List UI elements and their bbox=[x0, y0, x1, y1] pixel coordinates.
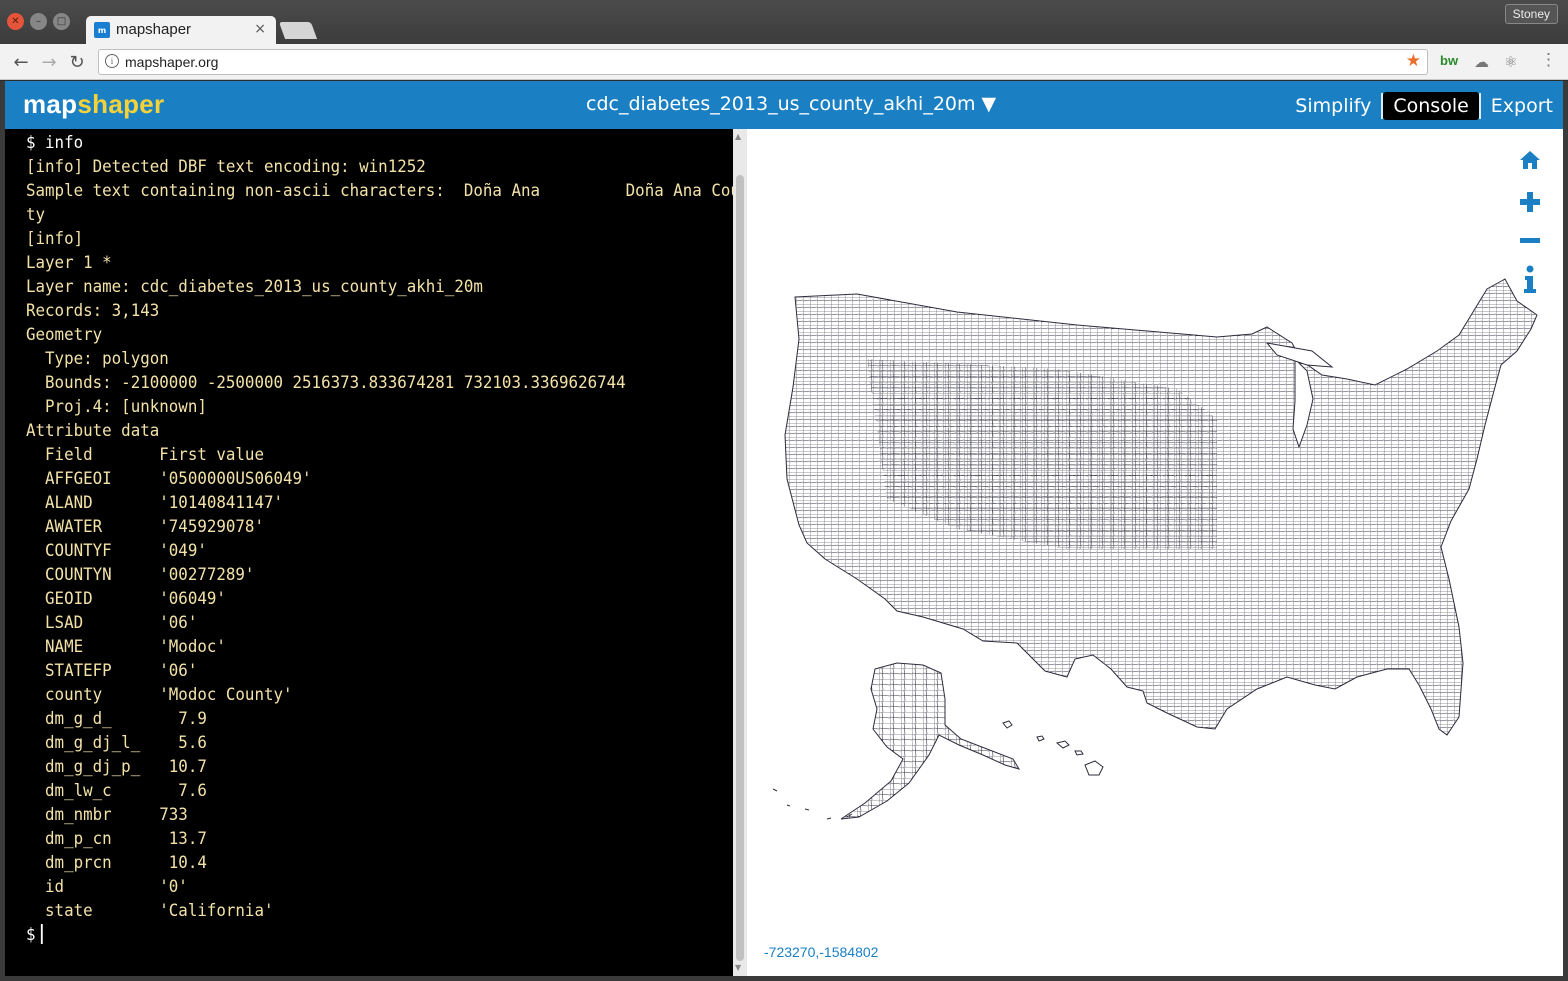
console-line: dm_prcn 10.4 bbox=[26, 853, 207, 873]
console-line: $ info bbox=[26, 133, 84, 153]
menu-divider bbox=[1478, 93, 1481, 119]
tab-close-icon[interactable]: × bbox=[254, 21, 266, 37]
aleutian-islands bbox=[772, 788, 853, 820]
console-line: dm_nmbr 733 bbox=[26, 805, 188, 825]
console-scrollbar[interactable]: ▲ ▼ bbox=[733, 129, 747, 976]
console-line: Type: polygon bbox=[26, 349, 169, 369]
extension-atom-icon[interactable]: ⚛ bbox=[1504, 53, 1517, 71]
console-line: [info] Detected DBF text encoding: win12… bbox=[26, 157, 426, 177]
home-icon[interactable] bbox=[1517, 147, 1543, 173]
window-minimize-button[interactable]: – bbox=[30, 13, 47, 30]
console-prompt: $ bbox=[26, 925, 36, 945]
console-line: id '0' bbox=[26, 877, 188, 897]
console-line: dm_g_d_ 7.9 bbox=[26, 709, 207, 729]
console-line: AFFGEOI '0500000US06049' bbox=[26, 469, 312, 489]
console-line: Attribute data bbox=[26, 421, 160, 441]
console-panel[interactable]: $ info [info] Detected DBF text encoding:… bbox=[5, 129, 733, 976]
console-output: $ info [info] Detected DBF text encoding:… bbox=[26, 131, 733, 923]
site-info-icon[interactable]: i bbox=[105, 54, 119, 68]
extension-bw-icon[interactable]: bw bbox=[1440, 53, 1458, 68]
console-line: Field First value bbox=[26, 445, 264, 465]
browser-menu-icon[interactable]: ⋮ bbox=[1540, 50, 1557, 70]
console-line: LSAD '06' bbox=[26, 613, 198, 633]
scroll-down-icon[interactable]: ▼ bbox=[735, 963, 741, 972]
map-panel[interactable]: -723270,-1584802 bbox=[747, 129, 1563, 976]
alaska-shape bbox=[840, 662, 1021, 820]
console-line: Records: 3,143 bbox=[26, 301, 160, 321]
console-line: Layer 1 * bbox=[26, 253, 112, 273]
new-tab-button[interactable] bbox=[278, 22, 318, 39]
mapshaper-favicon-icon: m bbox=[94, 22, 110, 38]
window-titlebar: ✕ – □ m mapshaper × Stoney bbox=[0, 0, 1568, 45]
text-cursor bbox=[41, 924, 43, 944]
browser-toolbar: ← → ↻ i mapshaper.org ★ bw ☁ ⚛ ⋮ bbox=[0, 44, 1568, 80]
console-line: NAME 'Modoc' bbox=[26, 637, 226, 657]
map-coordinates: -723270,-1584802 bbox=[764, 944, 879, 960]
main-menu: Simplify Console Export bbox=[1285, 89, 1563, 123]
console-line: Bounds: -2100000 -2500000 2516373.833674… bbox=[26, 373, 626, 393]
mapshaper-logo: mapshaper bbox=[23, 89, 165, 119]
tab-title: mapshaper bbox=[116, 21, 192, 38]
back-icon[interactable]: ← bbox=[10, 51, 32, 73]
console-line: state 'California' bbox=[26, 901, 274, 921]
address-url[interactable]: mapshaper.org bbox=[125, 54, 218, 70]
console-line: dm_g_dj_p_ 10.7 bbox=[26, 757, 207, 777]
console-line: Geometry bbox=[26, 325, 103, 345]
info-icon[interactable] bbox=[1517, 265, 1543, 293]
window-maximize-button[interactable]: □ bbox=[53, 13, 70, 30]
console-line: Proj.4: [unknown] bbox=[26, 397, 207, 417]
console-line: dm_lw_c 7.6 bbox=[26, 781, 207, 801]
extension-cloud-icon[interactable]: ☁ bbox=[1474, 53, 1489, 71]
us-county-map[interactable] bbox=[747, 129, 1563, 976]
browser-tab[interactable]: m mapshaper × bbox=[86, 16, 276, 45]
console-line: [info] bbox=[26, 229, 84, 249]
profile-button[interactable]: Stoney bbox=[1504, 4, 1558, 24]
reload-icon[interactable]: ↻ bbox=[66, 51, 88, 73]
console-button[interactable]: Console bbox=[1383, 92, 1479, 120]
console-line: STATEFP '06' bbox=[26, 661, 198, 681]
console-line: COUNTYF '049' bbox=[26, 541, 207, 561]
console-line: Sample text containing non-ascii charact… bbox=[26, 181, 733, 201]
console-line: ty bbox=[26, 205, 46, 225]
window-close-button[interactable]: ✕ bbox=[7, 13, 24, 30]
console-line: dm_g_dj_l_ 5.6 bbox=[26, 733, 207, 753]
forward-icon[interactable]: → bbox=[38, 51, 60, 73]
address-bar[interactable]: i mapshaper.org ★ bbox=[98, 49, 1428, 75]
zoom-out-icon[interactable] bbox=[1517, 228, 1543, 254]
console-line: AWATER '745929078' bbox=[26, 517, 264, 537]
zoom-in-icon[interactable] bbox=[1517, 189, 1543, 215]
simplify-button[interactable]: Simplify bbox=[1285, 92, 1381, 120]
console-line: dm_p_cn 13.7 bbox=[26, 829, 207, 849]
console-line: COUNTYN '00277289' bbox=[26, 565, 255, 585]
bookmark-star-icon[interactable]: ★ bbox=[1406, 51, 1421, 71]
console-line: county 'Modoc County' bbox=[26, 685, 293, 705]
console-line: Layer name: cdc_diabetes_2013_us_county_… bbox=[26, 277, 483, 297]
scroll-up-icon[interactable]: ▲ bbox=[735, 132, 741, 141]
window-border-right bbox=[1563, 81, 1568, 981]
console-line: ALAND '10140841147' bbox=[26, 493, 283, 513]
console-line: GEOID '06049' bbox=[26, 589, 226, 609]
app-header: mapshaper cdc_diabetes_2013_us_county_ak… bbox=[5, 81, 1563, 129]
export-button[interactable]: Export bbox=[1481, 92, 1563, 120]
layer-selector[interactable]: cdc_diabetes_2013_us_county_akhi_20m ▼ bbox=[586, 93, 996, 115]
menu-divider bbox=[1381, 93, 1384, 119]
console-prompt-line[interactable]: $ bbox=[26, 923, 684, 947]
window-border-bottom bbox=[0, 976, 1568, 981]
scroll-thumb[interactable] bbox=[736, 175, 744, 961]
